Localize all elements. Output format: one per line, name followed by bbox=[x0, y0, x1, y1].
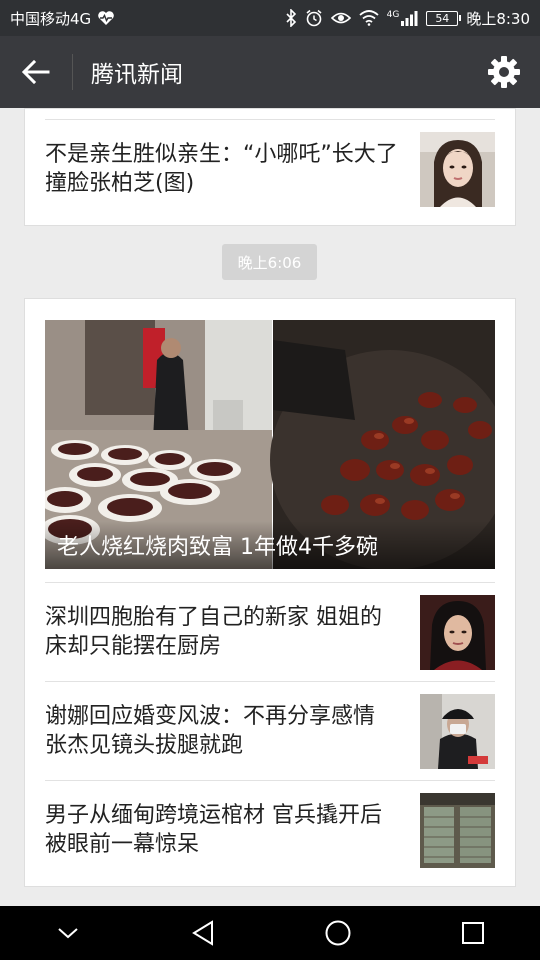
wifi-icon bbox=[359, 10, 379, 26]
battery-level: 54 bbox=[435, 11, 450, 25]
alarm-clock-icon bbox=[306, 9, 322, 27]
news-item-title: 谢娜回应婚变风波：不再分享感情 张杰见镜头拔腿就跑 bbox=[45, 704, 376, 758]
eye-icon bbox=[330, 12, 351, 24]
clock-label: 晚上8:30 bbox=[466, 9, 530, 28]
heart-pulse-icon bbox=[98, 11, 114, 25]
news-item-title: 男子从缅甸跨境运棺材 官兵撬开后被眼前一幕惊呆 bbox=[45, 803, 382, 857]
hero-news-item[interactable]: 老人烧红烧肉致富 1年做4千多碗 bbox=[45, 320, 495, 569]
timestamp-badge: 晚上6:06 bbox=[222, 244, 317, 280]
app-bar-divider bbox=[72, 54, 73, 90]
nav-home-button[interactable] bbox=[308, 906, 368, 960]
chevron-down-icon bbox=[57, 928, 78, 939]
triangle-back-icon bbox=[191, 920, 213, 946]
news-item[interactable]: 谢娜回应婚变风波：不再分享感情 张杰见镜头拔腿就跑 bbox=[45, 681, 495, 780]
news-item[interactable]: 深圳四胞胎有了自己的新家 姐姐的床却只能摆在厨房 bbox=[45, 582, 495, 681]
news-item-title: 深圳四胞胎有了自己的新家 姐姐的床却只能摆在厨房 bbox=[45, 605, 382, 659]
network-type-label: 4G bbox=[386, 10, 400, 20]
battery-icon: 54 bbox=[426, 10, 462, 26]
news-card: 老人烧红烧肉致富 1年做4千多碗 深圳四胞胎有了自己的新家 姐姐的床却只能摆在厨… bbox=[24, 298, 516, 887]
collapse-nav-button[interactable] bbox=[38, 906, 98, 960]
arrow-left-icon bbox=[22, 60, 50, 84]
news-item-title: 不是亲生胜似亲生：“小哪吒”长大了撞脸张柏芝(图) bbox=[45, 142, 398, 196]
nav-back-button[interactable] bbox=[173, 906, 233, 960]
back-button[interactable] bbox=[0, 36, 72, 108]
settings-button[interactable] bbox=[468, 36, 540, 108]
bluetooth-icon bbox=[286, 9, 296, 27]
news-card: 不是亲生胜似亲生：“小哪吒”长大了撞脸张柏芝(图) bbox=[24, 108, 516, 226]
signal-icon bbox=[401, 11, 418, 26]
status-bar: 中国移动4G 4G 54 晚上8:30 bbox=[0, 0, 540, 36]
carrier-label: 中国移动4G bbox=[10, 9, 92, 28]
nav-recents-button[interactable] bbox=[443, 906, 503, 960]
hero-caption: 老人烧红烧肉致富 1年做4千多碗 bbox=[45, 521, 495, 569]
news-thumbnail bbox=[420, 693, 495, 769]
news-item[interactable]: 男子从缅甸跨境运棺材 官兵撬开后被眼前一幕惊呆 bbox=[45, 780, 495, 879]
system-nav-bar bbox=[0, 906, 540, 960]
news-thumbnail bbox=[420, 131, 495, 207]
page-title: 腾讯新闻 bbox=[91, 62, 183, 88]
square-recents-icon bbox=[461, 922, 484, 944]
app-bar: 腾讯新闻 bbox=[0, 36, 540, 108]
news-item[interactable]: 不是亲生胜似亲生：“小哪吒”长大了撞脸张柏芝(图) bbox=[45, 119, 495, 218]
circle-home-icon bbox=[325, 920, 350, 946]
news-thumbnail bbox=[420, 594, 495, 670]
gear-icon bbox=[488, 56, 520, 88]
news-thumbnail bbox=[420, 792, 495, 868]
